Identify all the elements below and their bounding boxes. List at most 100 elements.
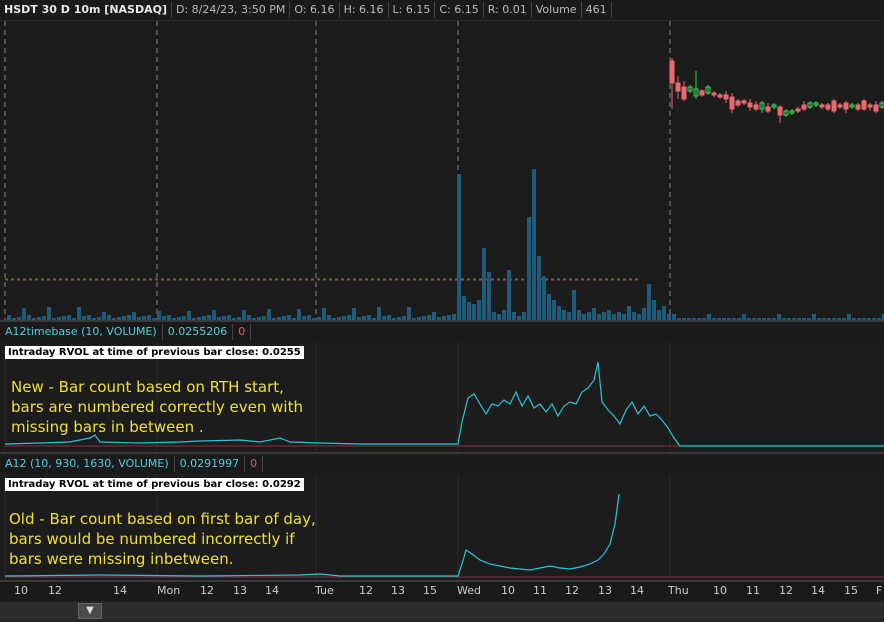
candle-body (777, 106, 783, 116)
volume-bar (572, 290, 576, 320)
volume-bar (607, 310, 611, 320)
study1-name[interactable]: A12timebase (10, VOLUME) (0, 324, 163, 340)
time-axis[interactable]: 10 12 14 Mon 12 13 14 Tue 12 13 15 Wed 10 11 12 13 14 Thu… (0, 582, 884, 600)
volume-bar (602, 312, 606, 320)
candle-body (765, 106, 771, 112)
candle-body (801, 104, 807, 110)
volume-bar (542, 276, 546, 320)
volume-bar (592, 308, 596, 320)
time-axis-tick: 14 (265, 584, 279, 597)
candle-body (747, 102, 753, 108)
candle-body (717, 94, 723, 98)
volume-bar (652, 300, 656, 320)
scrollbar-track[interactable] (0, 603, 884, 619)
candle-body (867, 104, 873, 108)
time-axis-tick: 12 (359, 584, 373, 597)
volume-bar (377, 307, 381, 320)
volume-bar (502, 310, 506, 320)
volume-bar (322, 308, 326, 320)
time-axis-tick: 12 (48, 584, 62, 597)
volume-bar (457, 174, 461, 320)
candle-body (837, 104, 843, 108)
candle-body (735, 100, 741, 106)
study2-bar: A12 (10, 930, 1630, VOLUME) 0.0291997 0 (0, 454, 884, 474)
bar-low: L: 6.15 (389, 2, 436, 18)
volume-bar (577, 310, 581, 320)
time-axis-tick: Thu (668, 584, 689, 597)
candle-body (843, 102, 849, 110)
study1-note: New - Bar count based on RTH start, bars… (11, 378, 303, 436)
symbol-label[interactable]: HSDT 30 D 10m [NASDAQ] (0, 2, 172, 18)
volume-bar (557, 306, 561, 320)
candle-body (753, 104, 759, 110)
candle-body (675, 82, 681, 92)
volume-bar (632, 312, 636, 320)
volume-bar (102, 312, 106, 320)
time-axis-tick: 12 (565, 584, 579, 597)
volume-bar (657, 310, 661, 320)
volume-bar (522, 312, 526, 320)
time-axis-tick: 13 (233, 584, 247, 597)
study1-rvol-label: Intraday RVOL at time of previous bar cl… (5, 346, 304, 359)
candle-body (681, 86, 687, 100)
study2-rvol-label: Intraday RVOL at time of previous bar cl… (5, 478, 304, 491)
candle-body (723, 94, 729, 100)
volume-bar (587, 312, 591, 320)
volume-bar (22, 308, 26, 320)
volume-label: Volume (532, 2, 582, 18)
candle-body (855, 104, 861, 110)
study2-note: Old - Bar count based on first bar of da… (9, 510, 316, 568)
candle-body (861, 100, 867, 110)
volume-bar (472, 304, 476, 320)
candle-body (741, 100, 747, 104)
time-axis-tick: 14 (811, 584, 825, 597)
volume-bar (47, 307, 51, 320)
study2-name[interactable]: A12 (10, 930, 1630, VOLUME) (0, 456, 175, 472)
volume-bar (482, 248, 486, 320)
study2-pane[interactable]: Intraday RVOL at time of previous bar cl… (0, 474, 884, 580)
volume-bar (477, 300, 481, 320)
bar-high: H: 6.16 (340, 2, 389, 18)
volume-bar (297, 309, 301, 320)
time-axis-tick: 15 (423, 584, 437, 597)
price-volume-pane[interactable] (0, 21, 884, 320)
time-axis-tick: 11 (746, 584, 760, 597)
volume-bar (407, 307, 411, 320)
volume-bar (627, 306, 631, 320)
time-axis-tick: 11 (533, 584, 547, 597)
time-axis-tick: 14 (630, 584, 644, 597)
bar-range: R: 0.01 (484, 2, 532, 18)
study1-pane[interactable]: Intraday RVOL at time of previous bar cl… (0, 342, 884, 452)
volume-bar (267, 309, 271, 320)
volume-bar (157, 311, 161, 320)
scrollbar-thumb[interactable]: ▼ (78, 603, 102, 619)
time-axis-tick: 10 (14, 584, 28, 597)
volume-bar (647, 284, 651, 320)
bar-close: C: 6.15 (435, 2, 484, 18)
candle-body (699, 90, 705, 96)
volume-bar (567, 312, 571, 320)
price-volume-chart (4, 21, 884, 320)
candle-body (873, 104, 879, 112)
volume-bar (552, 300, 556, 320)
candle-body (711, 92, 717, 96)
horizontal-scrollbar[interactable]: ▼ (0, 601, 884, 622)
candle-body (819, 104, 825, 108)
volume-bar (462, 296, 466, 320)
volume-bar (532, 169, 536, 320)
volume-bar (662, 306, 666, 320)
study1-value: 0.0255206 (163, 324, 234, 340)
volume-bar (467, 302, 471, 320)
candle-body (669, 60, 675, 84)
study2-value: 0.0291997 (175, 456, 246, 472)
volume-bar (507, 270, 511, 320)
time-axis-tick: 10 (713, 584, 727, 597)
time-axis-tick: 13 (598, 584, 612, 597)
volume-value: 461 (582, 2, 612, 18)
volume-bar (492, 312, 496, 320)
study1-value2: 0 (233, 324, 252, 340)
candle-body (729, 96, 735, 110)
study2-value2: 0 (245, 456, 264, 472)
chart-header: HSDT 30 D 10m [NASDAQ] D: 8/24/23, 3:50 … (0, 0, 884, 21)
time-axis-tick: Tue (315, 584, 334, 597)
